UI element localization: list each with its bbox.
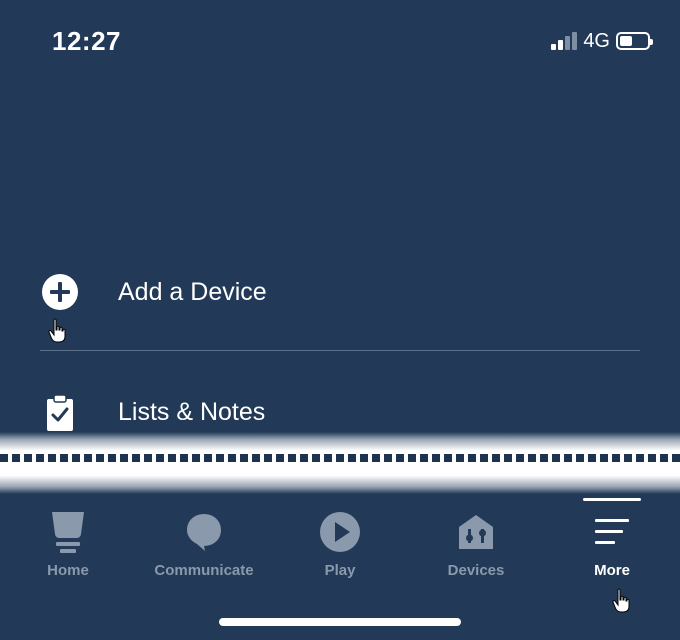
menu-item-label: Add a Device [118, 277, 267, 306]
screenshot-cut-band [0, 432, 680, 494]
clipboard-check-icon [40, 392, 80, 432]
tab-home[interactable]: Home [0, 496, 136, 596]
speech-bubble-icon [185, 510, 223, 554]
tab-more[interactable]: More [544, 496, 680, 596]
status-indicators: 4G [551, 29, 653, 52]
tab-label: More [594, 562, 630, 579]
tab-label: Devices [447, 562, 505, 579]
play-circle-icon [319, 510, 361, 554]
tab-label: Play [324, 562, 356, 579]
screenshot-cut-dots [0, 454, 680, 462]
tab-play[interactable]: Play [272, 496, 408, 596]
menu-item-add-device[interactable]: Add a Device [40, 272, 640, 312]
battery-icon [616, 32, 653, 50]
tab-communicate[interactable]: Communicate [136, 496, 272, 596]
home-indicator[interactable] [219, 618, 461, 626]
tab-devices[interactable]: Devices [408, 496, 544, 596]
menu-item-label: Lists & Notes [118, 397, 266, 426]
hand-cursor-icon [48, 318, 68, 349]
tab-label: Home [47, 562, 89, 579]
tab-label: Communicate [154, 562, 254, 579]
status-bar: 12:27 4G [0, 0, 680, 80]
signal-strength-icon [551, 32, 578, 50]
menu-divider [40, 350, 640, 351]
hand-cursor-icon [612, 588, 632, 619]
status-time: 12:27 [52, 26, 121, 56]
active-tab-indicator [583, 498, 641, 501]
menu-item-lists-notes[interactable]: Lists & Notes [40, 392, 640, 432]
plus-circle-icon [40, 272, 80, 312]
network-type: 4G [583, 29, 610, 52]
devices-house-icon [457, 510, 495, 554]
home-lamp-icon [48, 510, 88, 554]
hamburger-menu-icon [592, 510, 632, 554]
